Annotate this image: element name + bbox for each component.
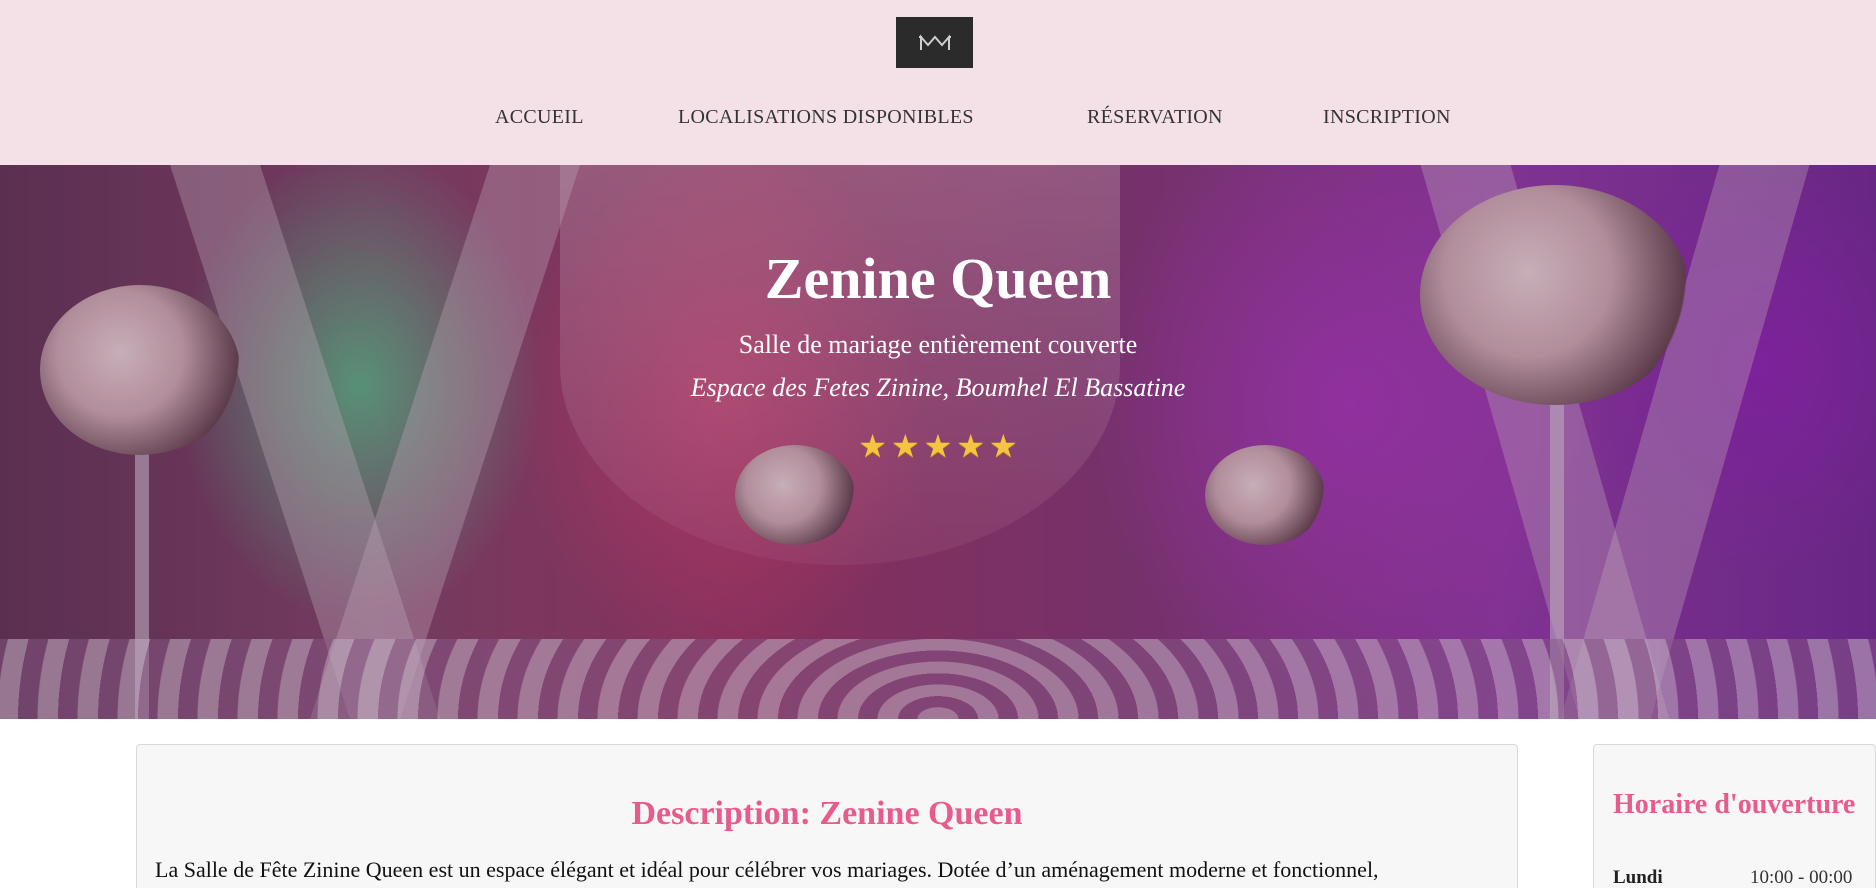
nav-inscription[interactable]: INSCRIPTION — [1323, 106, 1451, 129]
logo[interactable] — [896, 17, 973, 68]
opening-hours-title: Horaire d'ouverture — [1613, 789, 1856, 820]
stylized-m-logo-icon — [918, 33, 951, 50]
opening-hours-card: Horaire d'ouverture Lundi 10:00 - 00:00 — [1593, 744, 1876, 888]
description-card: Description: Zenine Queen La Salle de Fê… — [136, 744, 1518, 888]
star-icon: ★ — [956, 428, 986, 464]
venue-location: Espace des Fetes Zinine, Boumhel El Bass… — [690, 373, 1186, 402]
site-header: ACCUEIL LOCALISATIONS DISPONIBLES RÉSERV… — [0, 0, 1876, 165]
description-title: Description: Zenine Queen — [631, 795, 1023, 832]
rating-stars: ★ ★ ★ ★ ★ — [0, 427, 1876, 465]
main-nav: ACCUEIL LOCALISATIONS DISPONIBLES RÉSERV… — [0, 106, 1876, 136]
star-icon: ★ — [858, 428, 887, 464]
nav-accueil[interactable]: ACCUEIL — [495, 106, 584, 129]
star-icon: ★ — [923, 428, 953, 464]
description-text: La Salle de Fête Zinine Queen est un esp… — [155, 857, 1379, 882]
venue-subtitle: Salle de mariage entièrement couverte — [738, 330, 1138, 359]
star-icon: ★ — [989, 428, 1018, 464]
venue-title: Zenine Queen — [764, 246, 1112, 311]
hero-banner: Zenine Queen Salle de mariage entièremen… — [0, 165, 1876, 719]
star-icon: ★ — [890, 428, 920, 464]
nav-localisations[interactable]: LOCALISATIONS DISPONIBLES — [678, 106, 974, 129]
hours-time: 10:00 - 00:00 — [1750, 867, 1853, 888]
hours-day: Lundi — [1613, 867, 1663, 888]
nav-reservation[interactable]: RÉSERVATION — [1087, 106, 1223, 129]
